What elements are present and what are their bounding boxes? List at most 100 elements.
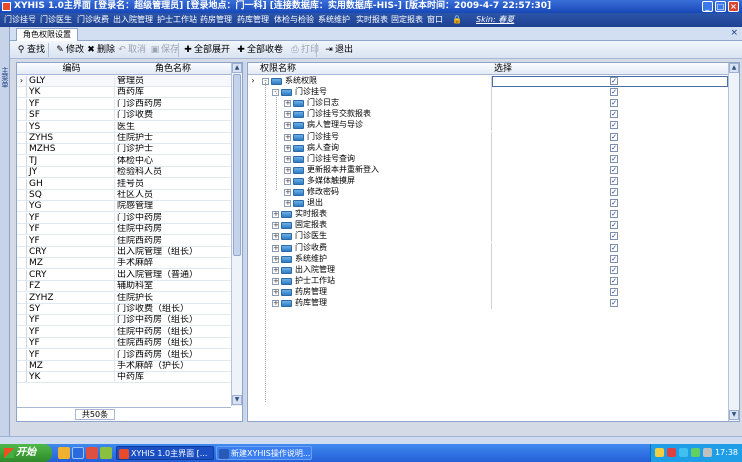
- menu-item[interactable]: 实时报表: [356, 15, 388, 25]
- select-checkbox[interactable]: ✓: [610, 154, 618, 163]
- select-checkbox[interactable]: ✓: [610, 143, 618, 152]
- table-row[interactable]: YS 医生: [17, 121, 231, 133]
- menu-item[interactable]: 系统维护: [318, 15, 350, 25]
- tray-icon[interactable]: [655, 448, 664, 457]
- close-button[interactable]: ×: [728, 1, 739, 12]
- tree-row[interactable]: + 固定报表 ✓: [248, 220, 728, 232]
- tree-row[interactable]: › - 系统权限 ✓: [248, 76, 728, 87]
- lock-icon[interactable]: 🔒: [452, 15, 462, 25]
- find-button[interactable]: ⚲ 查找: [16, 44, 45, 56]
- expand-toggle-icon[interactable]: +: [284, 111, 291, 119]
- tree-row[interactable]: + 病人管理与导诊 ✓: [248, 120, 728, 132]
- task-xyhis-main[interactable]: XYHIS 1.0主界面 [...: [116, 446, 214, 460]
- expand-toggle-icon[interactable]: +: [272, 277, 279, 285]
- toolbar-button-1[interactable]: ✎ 修改: [55, 44, 84, 56]
- tray-icon[interactable]: [691, 448, 700, 457]
- menu-item[interactable]: 固定报表: [391, 15, 423, 25]
- expand-toggle-icon[interactable]: +: [284, 144, 291, 152]
- expand-toggle-icon[interactable]: +: [284, 100, 291, 108]
- toolbar-button-6[interactable]: ✚ 全部收卷: [236, 44, 283, 56]
- table-row[interactable]: YF 门诊西药房: [17, 98, 231, 110]
- tab-role-permission[interactable]: 角色权限设置: [16, 28, 78, 41]
- side-strip[interactable]: 主菜单: [0, 27, 10, 436]
- table-row[interactable]: YF 住院中药房: [17, 224, 231, 236]
- select-checkbox[interactable]: ✓: [610, 188, 618, 196]
- table-row[interactable]: YK 西药库: [17, 87, 231, 99]
- tree-row[interactable]: + 实时报表 ✓: [248, 209, 728, 221]
- table-row[interactable]: YF 门诊中药房（组长）: [17, 315, 231, 327]
- table-row[interactable]: ZYHZ 住院护长: [17, 292, 231, 304]
- toolbar-button-2[interactable]: ✖ 删除: [86, 44, 115, 56]
- tray-icon[interactable]: [667, 448, 676, 457]
- table-row[interactable]: › GLY 管理员: [17, 76, 231, 87]
- column-header-permission[interactable]: 权限名称: [260, 63, 296, 75]
- tree-row[interactable]: + 门诊挂号查询 ✓: [248, 153, 728, 165]
- toolbar-button-3[interactable]: ↶ 取消: [117, 44, 146, 56]
- quicklaunch-folder-icon[interactable]: [58, 447, 70, 459]
- expand-toggle-icon[interactable]: +: [284, 166, 291, 174]
- tree-row[interactable]: + 门诊挂号 ✓: [248, 131, 728, 143]
- select-checkbox[interactable]: ✓: [610, 88, 618, 97]
- quicklaunch-app-icon[interactable]: [86, 447, 98, 459]
- tree-row[interactable]: + 门诊挂号交款报表 ✓: [248, 109, 728, 121]
- table-row[interactable]: YG 院感管理: [17, 201, 231, 213]
- tree-row[interactable]: + 护士工作站 ✓: [248, 275, 728, 287]
- menu-item[interactable]: 体检与检验: [274, 15, 314, 25]
- select-checkbox[interactable]: ✓: [610, 121, 618, 130]
- expand-toggle-icon[interactable]: +: [284, 155, 291, 163]
- select-checkbox[interactable]: ✓: [610, 276, 618, 285]
- table-row[interactable]: MZHS 门诊护士: [17, 144, 231, 156]
- table-row[interactable]: YF 门诊西药房（组长）: [17, 349, 231, 361]
- scroll-down-icon[interactable]: ▼: [729, 410, 739, 420]
- tree-row[interactable]: + 病人查询 ✓: [248, 142, 728, 154]
- select-checkbox[interactable]: ✓: [610, 265, 618, 274]
- expand-toggle-icon[interactable]: +: [284, 200, 291, 208]
- minimize-button[interactable]: _: [702, 1, 713, 12]
- table-row[interactable]: ZYHS 住院护士: [17, 133, 231, 144]
- table-row[interactable]: SF 门诊收费: [17, 110, 231, 122]
- splitter[interactable]: [243, 62, 246, 422]
- expand-toggle-icon[interactable]: +: [284, 189, 291, 196]
- tree-row[interactable]: + 出入院管理 ✓: [248, 264, 728, 276]
- expand-toggle-icon[interactable]: +: [284, 177, 291, 185]
- scroll-thumb[interactable]: [233, 74, 241, 256]
- tab-close-icon[interactable]: ×: [730, 28, 738, 38]
- menu-item[interactable]: 护士工作站: [157, 15, 197, 25]
- menu-item[interactable]: 门诊挂号: [4, 15, 36, 25]
- tree-row[interactable]: + 修改密码 ✓: [248, 187, 728, 198]
- expand-toggle-icon[interactable]: +: [272, 288, 279, 296]
- column-header-code[interactable]: 编码: [29, 63, 114, 75]
- table-row[interactable]: YF 住院西药房（组长）: [17, 338, 231, 350]
- table-row[interactable]: MZ 手术麻醉: [17, 258, 231, 270]
- table-row[interactable]: YK 中药库: [17, 372, 231, 384]
- expand-toggle-icon[interactable]: +: [284, 133, 291, 141]
- quicklaunch-browser-icon[interactable]: [72, 447, 84, 459]
- toolbar-button-7[interactable]: ⎙ 打印: [290, 44, 319, 56]
- tree-row[interactable]: + 系统维护 ✓: [248, 253, 728, 265]
- select-checkbox[interactable]: ✓: [610, 243, 618, 252]
- permission-grid-scrollbar[interactable]: ▲ ▼: [728, 63, 739, 421]
- table-row[interactable]: SY 门诊收费（组长）: [17, 304, 231, 315]
- column-header-role-name[interactable]: 角色名称: [115, 63, 231, 75]
- expand-toggle-icon[interactable]: +: [272, 211, 279, 219]
- role-grid-scrollbar[interactable]: ▲ ▼: [231, 63, 242, 406]
- table-row[interactable]: GH 挂号员: [17, 178, 231, 190]
- scroll-down-icon[interactable]: ▼: [232, 395, 242, 405]
- expand-toggle-icon[interactable]: +: [272, 222, 279, 230]
- table-row[interactable]: FZ 辅助科室: [17, 281, 231, 293]
- expand-toggle-icon[interactable]: +: [272, 244, 279, 252]
- tree-row[interactable]: + 门诊日志 ✓: [248, 98, 728, 110]
- select-checkbox[interactable]: ✓: [610, 232, 618, 241]
- tree-row[interactable]: + 多媒体触摸屏 ✓: [248, 175, 728, 187]
- toolbar-button-5[interactable]: ✚ 全部展开: [183, 44, 230, 56]
- select-checkbox[interactable]: ✓: [610, 77, 618, 85]
- menu-item[interactable]: 门诊医生: [40, 15, 72, 25]
- menu-item[interactable]: 窗口: [427, 15, 443, 25]
- menu-item[interactable]: 药房管理: [200, 15, 232, 25]
- expand-toggle-icon[interactable]: +: [272, 266, 279, 274]
- table-row[interactable]: YF 住院中药房（组长）: [17, 326, 231, 338]
- select-checkbox[interactable]: ✓: [610, 210, 618, 219]
- expand-toggle-icon[interactable]: +: [272, 255, 279, 263]
- tree-row[interactable]: + 门诊医生 ✓: [248, 231, 728, 243]
- table-row[interactable]: MZ 手术麻醉（护长）: [17, 361, 231, 372]
